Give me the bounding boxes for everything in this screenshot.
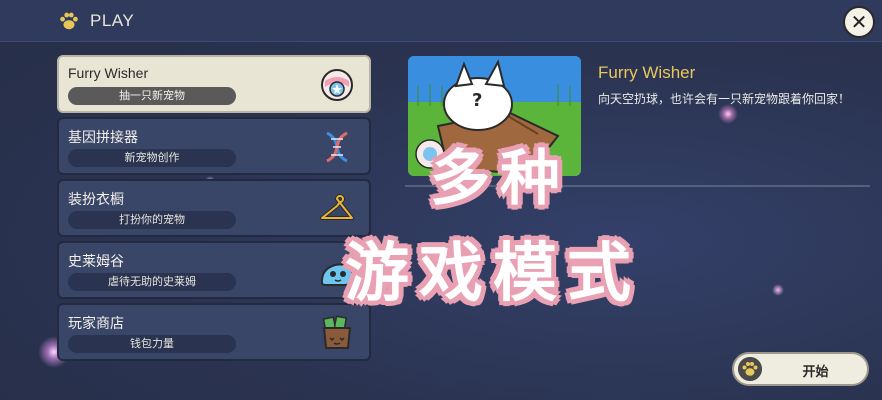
menu-item-furry-wisher[interactable]: Furry Wisher 抽一只新宠物 [57, 55, 371, 113]
menu-item-title: Furry Wisher [68, 65, 149, 81]
menu-item-subtitle: 抽一只新宠物 [68, 87, 236, 105]
menu-item-title: 装扮衣橱 [68, 192, 124, 208]
game-mode-list: Furry Wisher 抽一只新宠物 基因拼接器 新宠物创作 装扮衣橱 打扮你… [57, 55, 371, 365]
menu-item-slime-valley[interactable]: 史莱姆谷 虐待无助的史莱姆 [57, 241, 371, 299]
menu-item-player-shop[interactable]: 玩家商店 钱包力量 [57, 303, 371, 361]
dna-icon [326, 131, 348, 163]
paw-icon [60, 12, 78, 30]
mode-title: Furry Wisher [598, 63, 696, 82]
menu-item-title: 玩家商店 [68, 316, 124, 332]
menu-item-subtitle: 新宠物创作 [68, 149, 236, 167]
menu-item-subtitle: 钱包力量 [68, 335, 236, 353]
promo-overlay-line-2: 游戏模式 [345, 237, 641, 311]
sparkle [772, 284, 784, 296]
menu-item-title: 史莱姆谷 [68, 254, 124, 270]
close-button[interactable]: ✕ [843, 6, 875, 38]
mode-description: 向天空扔球，也许会有一只新宠物跟着你回家！ [598, 92, 851, 106]
svg-text:?: ? [472, 90, 482, 111]
menu-item-subtitle: 虐待无助的史莱姆 [68, 273, 236, 291]
start-button-label: 开始 [802, 365, 829, 380]
start-button[interactable]: 开始 [732, 352, 869, 386]
page-title: PLAY [90, 11, 135, 30]
close-icon: ✕ [850, 10, 868, 34]
gacha-ball-icon [321, 69, 353, 101]
menu-item-subtitle: 打扮你的宠物 [68, 211, 236, 229]
promo-overlay-line-1: 多种 [430, 144, 570, 214]
top-bar: PLAY ✕ [0, 0, 882, 42]
paw-icon [738, 357, 762, 381]
menu-item-title: 基因拼接器 [68, 130, 138, 146]
menu-item-dress-up-closet[interactable]: 装扮衣橱 打扮你的宠物 [57, 179, 371, 237]
sparkle [718, 104, 738, 124]
menu-item-gene-splicer[interactable]: 基因拼接器 新宠物创作 [57, 117, 371, 175]
wallet-icon [322, 315, 352, 349]
